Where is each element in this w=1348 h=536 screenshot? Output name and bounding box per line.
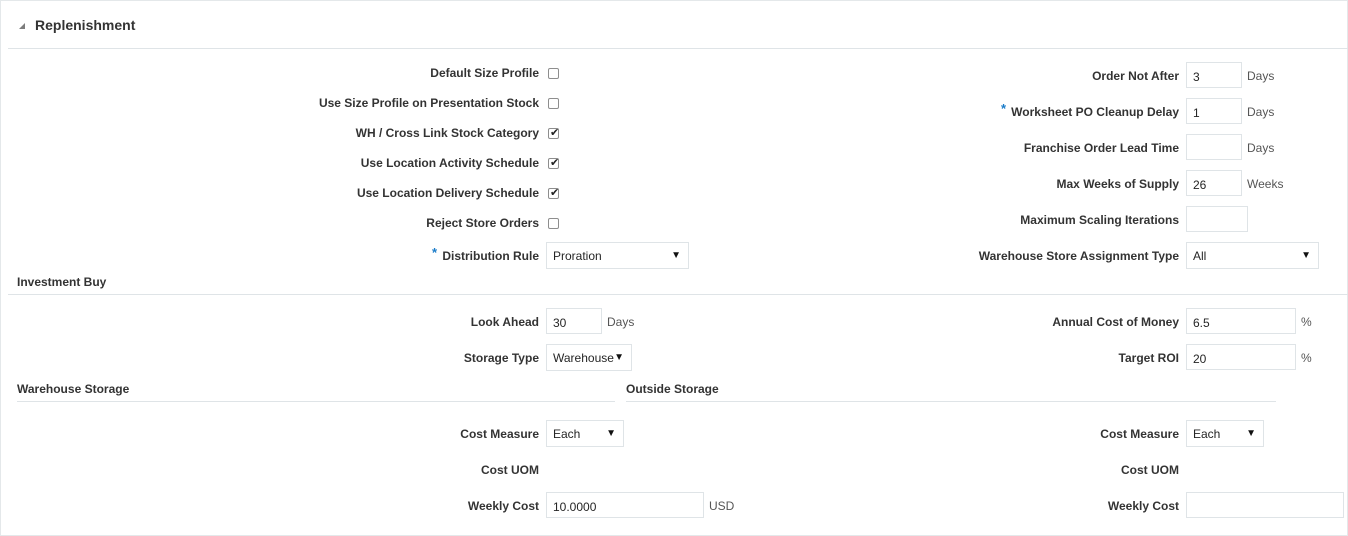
outside-storage-divider — [626, 401, 1276, 402]
storage-type-label: Storage Type — [463, 351, 539, 365]
required-indicator: * — [1001, 101, 1007, 116]
chevron-down-icon: ▼ — [671, 250, 681, 261]
check-icon: ✔ — [550, 127, 560, 139]
wh-cross-link-checkbox[interactable]: ✔ — [548, 127, 560, 139]
default-size-profile-checkbox[interactable] — [548, 68, 559, 79]
distribution-rule-label: Distribution Rule — [442, 249, 539, 263]
annual-cost-of-money-unit: % — [1301, 315, 1312, 329]
use-activity-schedule-checkbox[interactable]: ✔ — [548, 157, 560, 169]
look-ahead-unit: Days — [607, 315, 635, 329]
wh-weekly-cost-unit: USD — [709, 499, 735, 513]
use-activity-schedule-label: Use Location Activity Schedule — [360, 156, 539, 170]
order-not-after-unit: Days — [1247, 69, 1275, 83]
order-not-after-label: Order Not After — [1092, 69, 1179, 83]
reject-store-orders-checkbox[interactable] — [548, 218, 559, 229]
use-delivery-schedule-label: Use Location Delivery Schedule — [356, 186, 539, 200]
franchise-lead-time-unit: Days — [1247, 141, 1275, 155]
use-size-profile-checkbox[interactable] — [548, 98, 559, 109]
target-roi-label: Target ROI — [1118, 351, 1179, 365]
worksheet-po-cleanup-unit: Days — [1247, 105, 1275, 119]
warehouse-store-assignment-select[interactable]: All ▼ — [1186, 242, 1319, 269]
wh-weekly-cost-input[interactable] — [546, 492, 704, 518]
wh-cost-measure-label: Cost Measure — [460, 427, 539, 441]
order-not-after-input[interactable] — [1186, 62, 1242, 88]
storage-type-select[interactable]: Warehouse ▼ — [546, 344, 632, 371]
os-cost-measure-value: Each — [1193, 427, 1221, 441]
wh-cost-measure-value: Each — [553, 427, 581, 441]
use-delivery-schedule-checkbox[interactable]: ✔ — [548, 187, 560, 199]
os-weekly-cost-label: Weekly Cost — [1107, 499, 1179, 513]
investment-buy-heading: Investment Buy — [17, 275, 107, 289]
warehouse-store-assignment-label: Warehouse Store Assignment Type — [978, 249, 1179, 263]
max-scaling-iterations-label: Maximum Scaling Iterations — [1020, 213, 1179, 227]
max-weeks-supply-unit: Weeks — [1247, 177, 1284, 191]
worksheet-po-cleanup-input[interactable] — [1186, 98, 1242, 124]
distribution-rule-select[interactable]: Proration ▼ — [546, 242, 689, 269]
collapse-triangle-icon[interactable] — [19, 23, 25, 29]
annual-cost-of-money-label: Annual Cost of Money — [1052, 315, 1179, 329]
section-title: Replenishment — [35, 17, 136, 33]
annual-cost-of-money-input[interactable] — [1186, 308, 1296, 334]
wh-cost-measure-select[interactable]: Each ▼ — [546, 420, 624, 447]
required-indicator: * — [432, 245, 438, 260]
reject-store-orders-label: Reject Store Orders — [426, 216, 539, 230]
check-icon: ✔ — [550, 157, 560, 169]
max-weeks-supply-label: Max Weeks of Supply — [1056, 177, 1179, 191]
header-divider — [8, 48, 1348, 49]
chevron-down-icon: ▼ — [606, 428, 616, 439]
wh-cross-link-label: WH / Cross Link Stock Category — [355, 126, 539, 140]
franchise-lead-time-input[interactable] — [1186, 134, 1242, 160]
warehouse-storage-divider — [17, 401, 615, 402]
os-weekly-cost-input[interactable] — [1186, 492, 1344, 518]
check-icon: ✔ — [550, 187, 560, 199]
worksheet-po-cleanup-label: Worksheet PO Cleanup Delay — [1011, 105, 1179, 119]
os-cost-uom-label: Cost UOM — [1121, 463, 1179, 477]
max-weeks-supply-input[interactable] — [1186, 170, 1242, 196]
use-size-profile-label: Use Size Profile on Presentation Stock — [318, 96, 539, 110]
storage-type-value: Warehouse — [553, 351, 614, 365]
wh-cost-uom-label: Cost UOM — [481, 463, 539, 477]
franchise-lead-time-label: Franchise Order Lead Time — [1023, 141, 1179, 155]
warehouse-store-assignment-value: All — [1193, 249, 1207, 263]
wh-weekly-cost-label: Weekly Cost — [467, 499, 539, 513]
chevron-down-icon: ▼ — [1301, 250, 1311, 261]
os-cost-measure-label: Cost Measure — [1100, 427, 1179, 441]
os-cost-measure-select[interactable]: Each ▼ — [1186, 420, 1264, 447]
target-roi-unit: % — [1301, 351, 1312, 365]
target-roi-input[interactable] — [1186, 344, 1296, 370]
investment-buy-divider — [8, 294, 1348, 295]
warehouse-storage-heading: Warehouse Storage — [17, 382, 130, 396]
look-ahead-label: Look Ahead — [470, 315, 539, 329]
look-ahead-input[interactable] — [546, 308, 602, 334]
chevron-down-icon: ▼ — [614, 352, 624, 363]
outside-storage-heading: Outside Storage — [626, 382, 719, 396]
default-size-profile-label: Default Size Profile — [430, 66, 539, 80]
chevron-down-icon: ▼ — [1246, 428, 1256, 439]
max-scaling-iterations-input[interactable] — [1186, 206, 1248, 232]
distribution-rule-value: Proration — [553, 249, 602, 263]
